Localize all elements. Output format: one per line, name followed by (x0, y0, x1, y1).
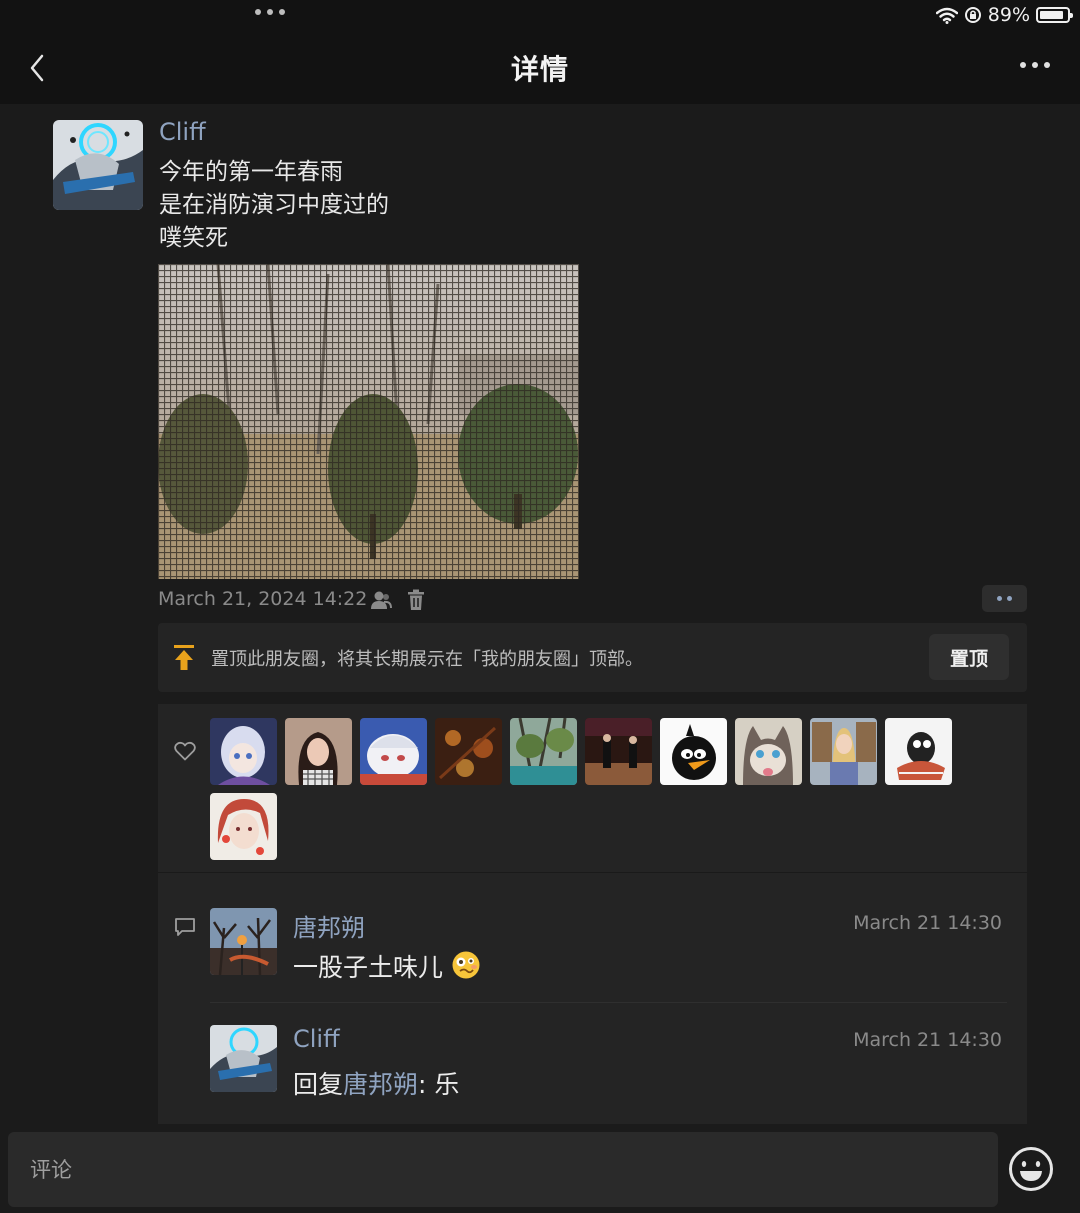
woozy-face-emoji-icon (452, 951, 480, 979)
heart-icon (174, 741, 196, 761)
status-bar: 89% (0, 0, 1080, 32)
likes-comments-panel: 唐邦朔 March 21 14:30 一股子土味儿 Cliff March 21… (158, 704, 1027, 1124)
emoji-smiley-icon[interactable] (1008, 1146, 1054, 1192)
more-options-icon[interactable] (1020, 62, 1050, 68)
comment-bar (0, 1124, 1080, 1213)
pin-post-banner: 置顶此朋友圈，将其长期展示在「我的朋友圈」顶部。 置顶 (158, 623, 1027, 692)
comment-text: 回复唐邦朔: 乐 (293, 1065, 459, 1101)
reply-prefix: 回复 (293, 1070, 344, 1099)
author-name[interactable]: Cliff (159, 118, 206, 146)
post-text-line: 噗笑死 (159, 225, 228, 251)
commenter-avatar[interactable] (210, 908, 277, 975)
comment-item[interactable]: 唐邦朔 March 21 14:30 一股子土味儿 (210, 908, 1005, 988)
post-text-line: 今年的第一年春雨 (159, 159, 343, 185)
comment-body: 一股子土味儿 (293, 953, 444, 982)
liker-avatar[interactable] (885, 718, 952, 785)
comment-divider (210, 1002, 1007, 1003)
commenter-name[interactable]: Cliff (293, 1025, 340, 1053)
comment-time: March 21 14:30 (853, 1029, 1002, 1051)
commenter-name[interactable]: 唐邦朔 (293, 908, 365, 943)
status-indicators: 89% (935, 4, 1073, 26)
pin-to-top-icon (174, 645, 194, 670)
liker-avatar[interactable] (660, 718, 727, 785)
comment-text: 一股子土味儿 (293, 948, 481, 984)
battery-percent: 89% (987, 4, 1030, 26)
liker-avatar[interactable] (210, 793, 277, 860)
likes-divider (158, 872, 1027, 873)
post-timestamp: March 21, 2024 14:22 (158, 588, 368, 610)
pin-button[interactable]: 置顶 (929, 634, 1009, 680)
multitask-dots-icon[interactable] (255, 9, 285, 15)
comment-bubble-icon (175, 918, 195, 936)
liker-avatar[interactable] (510, 718, 577, 785)
reply-target-name[interactable]: 唐邦朔 (343, 1070, 418, 1099)
liker-avatar[interactable] (360, 718, 427, 785)
liker-avatar[interactable] (585, 718, 652, 785)
visibility-group-icon[interactable] (370, 589, 392, 611)
liker-avatar[interactable] (735, 718, 802, 785)
commenter-avatar[interactable] (210, 1025, 277, 1092)
author-avatar[interactable] (53, 120, 143, 210)
trash-icon[interactable] (407, 589, 425, 611)
orientation-lock-icon (964, 7, 981, 23)
liker-avatar[interactable] (435, 718, 502, 785)
wifi-icon (935, 7, 958, 24)
liker-avatar[interactable] (810, 718, 877, 785)
post-text: 今年的第一年春雨 是在消防演习中度过的 噗笑死 (159, 156, 389, 255)
liker-avatar[interactable] (285, 718, 352, 785)
comment-input[interactable] (8, 1132, 998, 1207)
comment-item[interactable]: Cliff March 21 14:30 回复唐邦朔: 乐 (210, 1025, 1005, 1105)
post-text-line: 是在消防演习中度过的 (159, 192, 389, 218)
comment-time: March 21 14:30 (853, 912, 1002, 934)
like-comment-button[interactable] (982, 585, 1027, 612)
nav-bar: 详情 (0, 32, 1080, 104)
post-photo[interactable] (158, 264, 579, 579)
battery-icon (1036, 7, 1073, 23)
page-title: 详情 (510, 53, 569, 86)
liker-avatar[interactable] (210, 718, 277, 785)
comment-body: : 乐 (418, 1070, 460, 1099)
pin-description: 置顶此朋友圈，将其长期展示在「我的朋友圈」顶部。 (211, 649, 643, 670)
